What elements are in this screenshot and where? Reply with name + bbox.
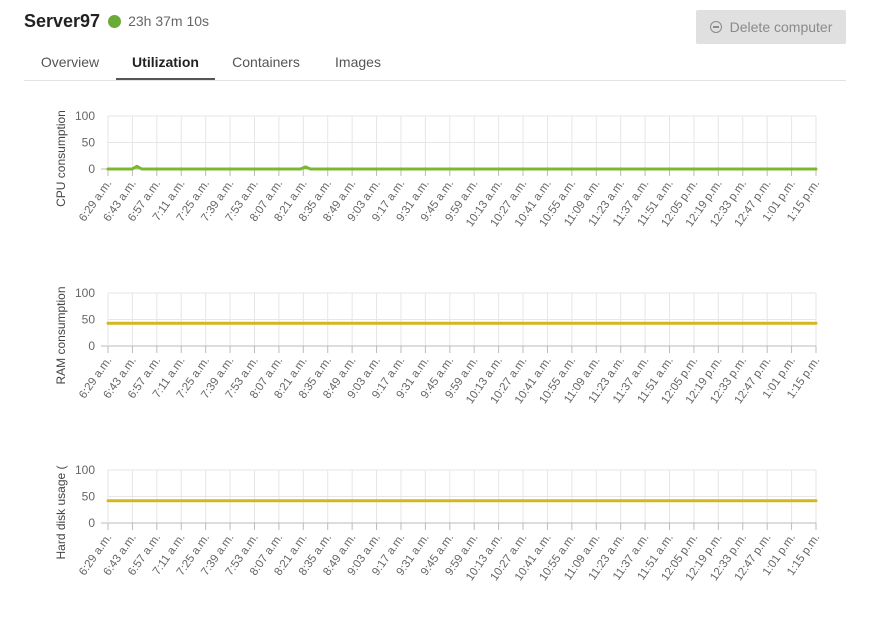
y-tick-label: 0	[88, 516, 95, 530]
y-tick-label: 50	[82, 136, 96, 150]
y-tick-label: 0	[88, 162, 95, 176]
y-tick-label: 50	[82, 313, 96, 327]
y-axis-label: RAM consumption	[54, 286, 68, 384]
y-axis-label: CPU consumption	[54, 110, 68, 207]
y-tick-label: 50	[82, 490, 96, 504]
y-axis-label: Hard disk usage (	[54, 465, 68, 559]
y-tick-label: 100	[75, 109, 95, 123]
y-tick-label: 100	[75, 286, 95, 300]
y-tick-label: 100	[75, 463, 95, 477]
y-tick-label: 0	[88, 339, 95, 353]
series-line	[106, 164, 818, 171]
utilization-charts: 0501006:29 a.m.6:43 a.m.6:57 a.m.7:11 a.…	[54, 109, 822, 583]
